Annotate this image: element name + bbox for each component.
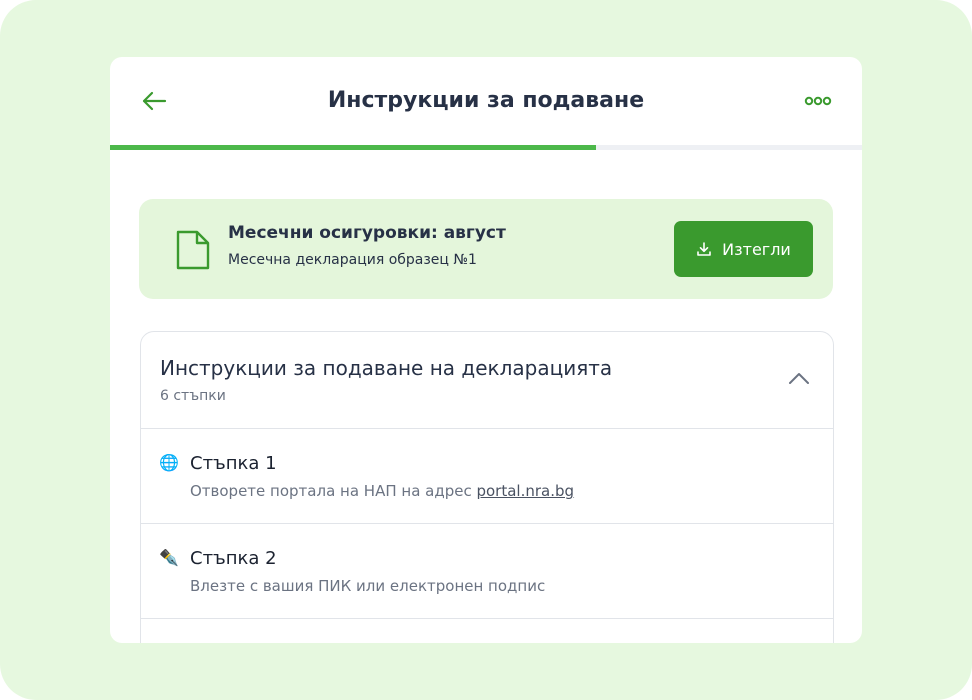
portal-link[interactable]: portal.nra.bg [476,482,574,500]
download-card: Месечни осигуровки: август Месечна декла… [139,199,833,299]
accordion-title: Инструкции за подаване на декларацията [160,356,613,380]
step-description-text: Отворете портала на НАП на адрес [190,482,477,500]
download-button[interactable]: Изтегли [674,221,813,277]
app-background: Инструкции за подаване Месечни осигуровк… [0,0,972,700]
file-icon [176,230,210,270]
instructions-accordion: Инструкции за подаване на декларацията 6… [140,331,834,643]
accordion-header[interactable]: Инструкции за подаване на декларацията 6… [141,332,833,429]
top-bar: Инструкции за подаване [110,57,862,145]
back-button[interactable] [138,85,170,117]
step-description: Отворете портала на НАП на адрес portal.… [190,482,574,500]
progress-fill [110,145,596,150]
globe-icon: 🌐 [159,453,179,472]
instructions-panel: Инструкции за подаване Месечни осигуровк… [110,57,862,643]
step-item-1[interactable]: 🌐 Стъпка 1 Отворете портала на НАП на ад… [141,429,833,523]
download-icon [697,242,711,256]
step-count: 6 стъпки [160,388,226,404]
arrow-left-icon [142,91,167,111]
step-title: Стъпка 1 [190,453,277,474]
step-item-2[interactable]: ✒️ Стъпка 2 Влезте с вашия ПИК или елект… [141,524,833,618]
document-title: Месечни осигуровки: август [228,223,506,243]
chevron-up-icon[interactable] [787,370,811,386]
document-subtitle: Месечна декларация образец №1 [228,252,477,268]
page-title: Инструкции за подаване [327,88,645,113]
step-description: Влезте с вашия ПИК или електронен подпис [190,577,546,595]
divider [141,618,833,619]
progress-bar [110,145,862,150]
pen-icon: ✒️ [159,548,179,567]
download-button-label: Изтегли [722,239,791,259]
more-options-button[interactable] [802,89,834,113]
more-horizontal-icon [804,96,832,106]
step-title: Стъпка 2 [190,548,277,569]
